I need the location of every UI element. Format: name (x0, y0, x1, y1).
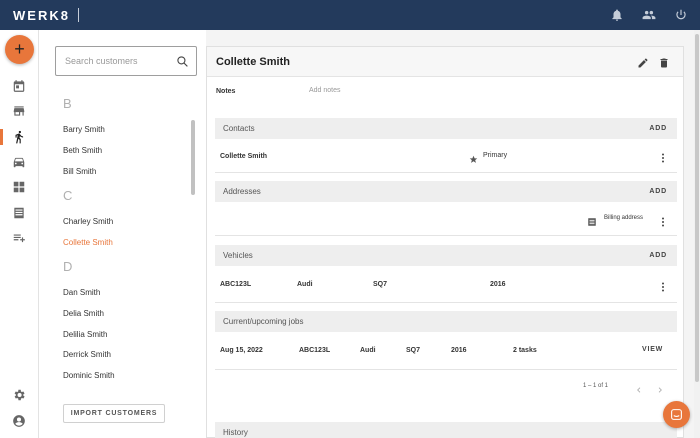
account-icon[interactable] (12, 414, 26, 428)
create-button[interactable]: + (5, 35, 34, 64)
job-date: Aug 15, 2022 (220, 347, 263, 354)
primary-tag: Primary (483, 152, 508, 159)
detail-header: Collette Smith (207, 47, 683, 77)
add-contact-button[interactable]: ADD (649, 125, 667, 132)
chat-button[interactable] (663, 401, 690, 428)
contacts-section-header: Contacts ADD (215, 118, 677, 139)
notes-input[interactable]: Add notes (309, 87, 341, 94)
vehicle-year: 2016 (490, 281, 506, 288)
add-vehicle-button[interactable]: ADD (649, 252, 667, 259)
table-row: Billing address (215, 202, 677, 236)
list-icon[interactable] (12, 206, 26, 220)
page-scrollbar-thumb[interactable] (695, 34, 699, 382)
receipt-icon (587, 214, 597, 226)
playlist-add-icon[interactable] (12, 231, 26, 245)
star-icon (469, 151, 478, 163)
vehicles-title: Vehicles (223, 251, 253, 260)
chevron-right-icon[interactable] (656, 381, 664, 393)
chevron-left-icon[interactable] (635, 381, 643, 393)
jobs-section-header: Current/upcoming jobs (215, 311, 677, 332)
vehicle-plate: ABC123L (220, 281, 252, 288)
list-item[interactable]: Delilia Smith (63, 330, 107, 339)
bell-icon[interactable] (610, 8, 624, 22)
job-year: 2016 (451, 347, 467, 354)
list-item[interactable]: Charley Smith (63, 217, 113, 226)
list-item[interactable]: Beth Smith (63, 146, 102, 155)
list-item[interactable]: Delia Smith (63, 309, 104, 318)
person-walking-icon[interactable] (12, 130, 26, 144)
top-bar: WERK8 (0, 0, 700, 30)
letter-heading: D (63, 259, 73, 274)
page-scrollbar[interactable] (694, 30, 700, 438)
chat-icon (670, 408, 683, 421)
list-item[interactable]: Derrick Smith (63, 350, 111, 359)
import-customers-button[interactable]: IMPORT CUSTOMERS (63, 404, 165, 423)
nav-active-indicator (0, 129, 3, 145)
list-item[interactable]: Barry Smith (63, 125, 105, 134)
delete-icon[interactable] (658, 56, 670, 68)
pagination-range: 1 – 1 of 1 (583, 383, 609, 389)
vehicle-make: Audi (297, 281, 313, 288)
jobs-title: Current/upcoming jobs (223, 317, 304, 326)
app-logo[interactable]: WERK8 (13, 8, 70, 23)
addresses-title: Addresses (223, 187, 261, 196)
table-row[interactable]: Aug 15, 2022 ABC123L Audi SQ7 2016 2 tas… (215, 332, 677, 370)
car-icon[interactable] (12, 155, 26, 169)
people-icon[interactable] (642, 8, 656, 22)
vehicles-section-header: Vehicles ADD (215, 245, 677, 266)
list-item[interactable]: Dominic Smith (63, 371, 115, 380)
more-vert-icon[interactable] (661, 150, 665, 163)
customer-detail-panel: Collette Smith Notes Add notes Contacts … (206, 46, 684, 438)
job-plate: ABC123L (299, 347, 331, 354)
left-nav: + (0, 30, 39, 438)
contacts-title: Contacts (223, 124, 255, 133)
search-icon[interactable] (176, 55, 189, 68)
more-vert-icon[interactable] (661, 214, 665, 227)
power-icon[interactable] (674, 8, 688, 22)
vehicle-model: SQ7 (373, 281, 388, 288)
add-address-button[interactable]: ADD (649, 188, 667, 195)
history-section-header: History (215, 422, 677, 438)
letter-heading: C (63, 188, 73, 203)
contact-name: Collette Smith (220, 153, 268, 160)
customer-name: Collette Smith (216, 56, 290, 68)
customer-list-scrollbar[interactable] (191, 120, 195, 195)
list-item-selected[interactable]: Collette Smith (63, 238, 113, 247)
history-title: History (223, 428, 248, 437)
more-vert-icon[interactable] (661, 279, 665, 292)
job-make: Audi (360, 347, 376, 354)
view-job-button[interactable]: VIEW (642, 346, 663, 353)
search-input[interactable] (56, 47, 166, 75)
notes-label: Notes (216, 88, 236, 95)
logo-divider (77, 8, 79, 22)
table-row: Collette Smith Primary (215, 139, 677, 173)
store-icon[interactable] (12, 104, 26, 118)
letter-heading: B (63, 96, 72, 111)
search-box (55, 46, 197, 76)
edit-icon[interactable] (637, 56, 649, 68)
dashboard-icon[interactable] (12, 180, 26, 194)
addresses-section-header: Addresses ADD (215, 181, 677, 202)
calendar-icon[interactable] (12, 79, 26, 93)
list-item[interactable]: Dan Smith (63, 288, 100, 297)
billing-address-tag: Billing address (604, 215, 644, 221)
top-actions (610, 8, 688, 22)
customer-list-panel: B Barry Smith Beth Smith Bill Smith C Ch… (39, 30, 206, 438)
settings-icon[interactable] (12, 388, 26, 402)
job-model: SQ7 (406, 347, 421, 354)
job-tasks: 2 tasks (513, 347, 537, 354)
list-item[interactable]: Bill Smith (63, 167, 96, 176)
table-row[interactable]: ABC123L Audi SQ7 2016 (215, 266, 677, 303)
